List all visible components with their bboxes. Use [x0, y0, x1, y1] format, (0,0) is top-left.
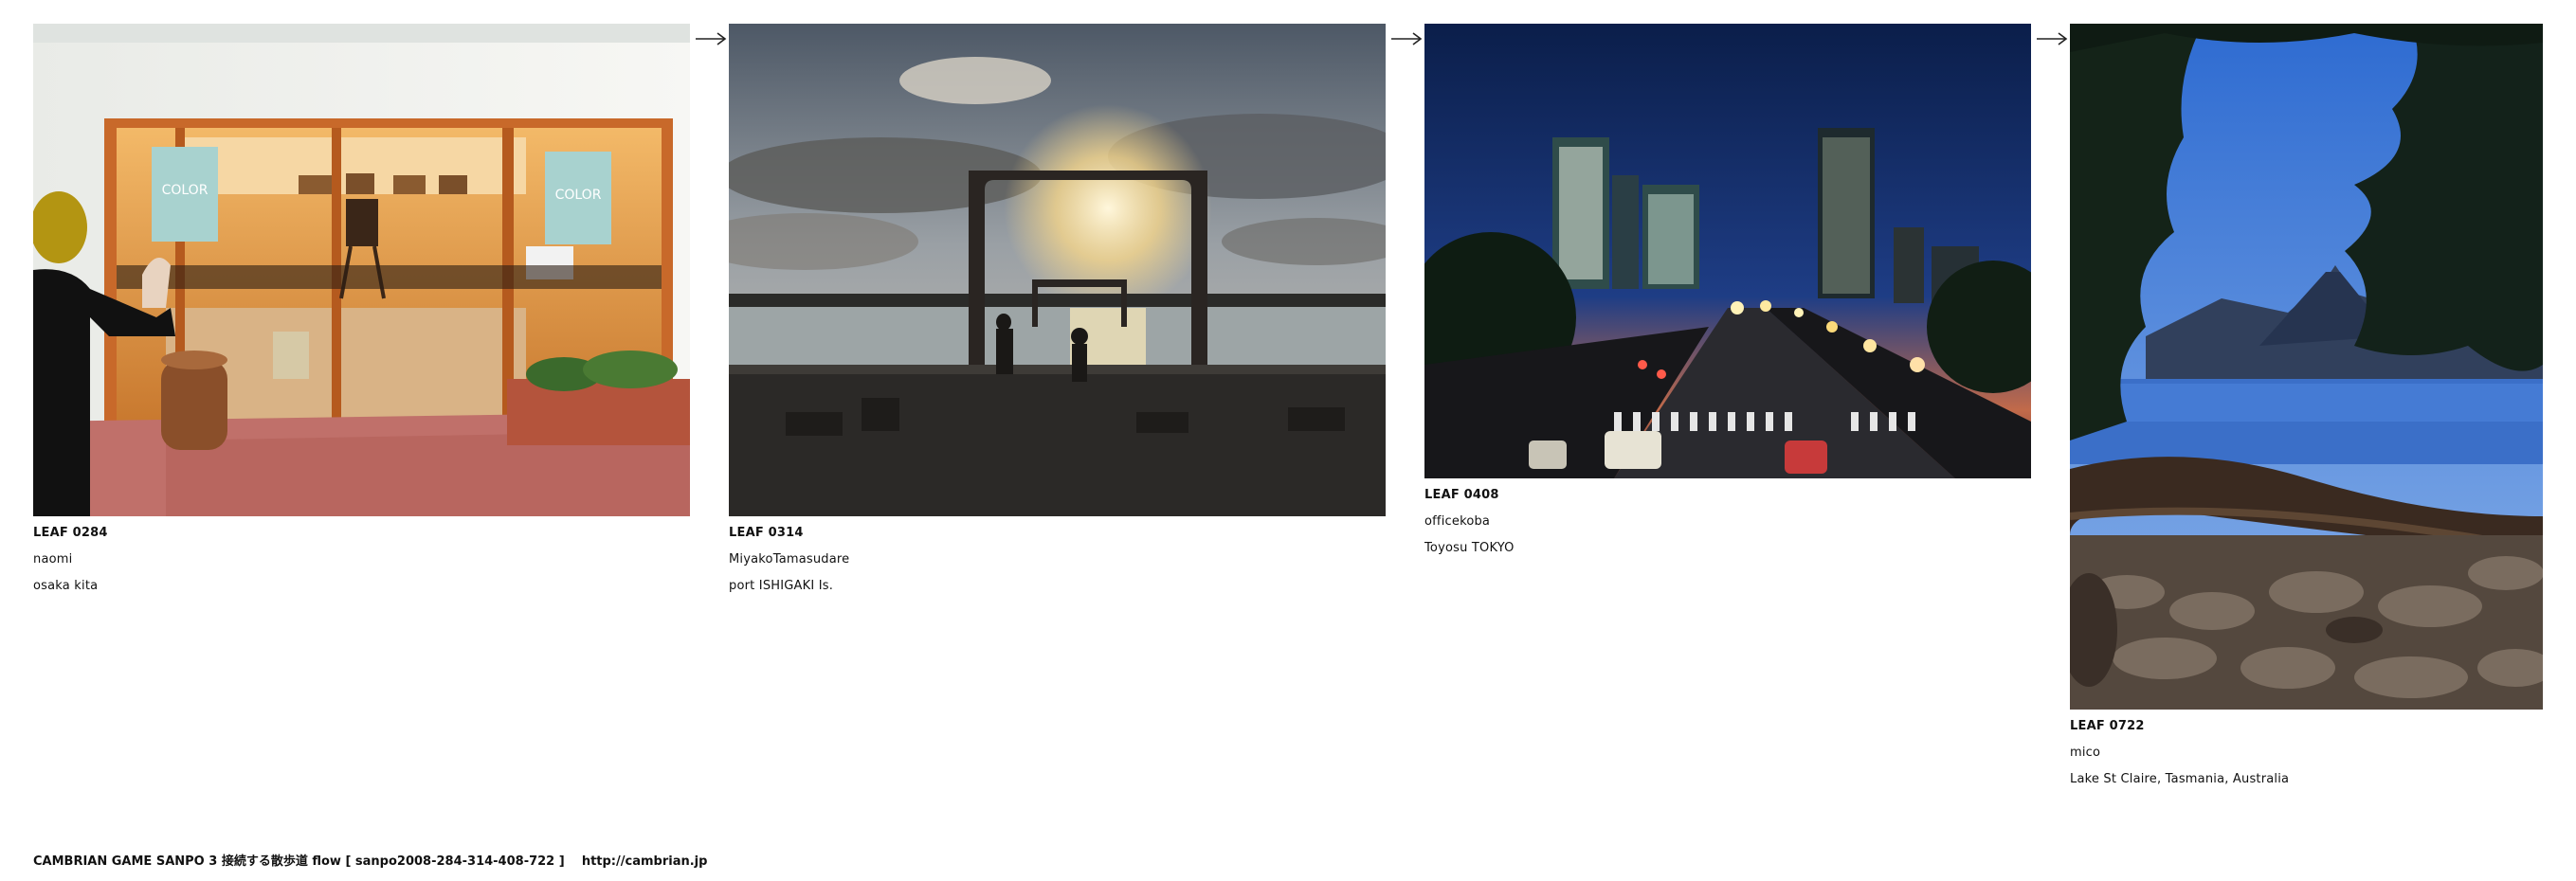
city-night-photo-icon [1424, 24, 2031, 478]
right-arrow-icon [1391, 32, 1423, 45]
gallery-storefront-photo-icon: COLOR COLOR [33, 24, 690, 516]
leaf-place: Toyosu TOKYO [1424, 541, 1515, 555]
svg-text:COLOR: COLOR [162, 183, 209, 198]
footer-title: CAMBRIAN GAME SANPO 3 接続する散歩道 flow [ san… [33, 854, 565, 869]
leaf-photo-0722[interactable] [2070, 24, 2543, 710]
leaf-place: osaka kita [33, 579, 99, 593]
leaf-card-0314: LEAF 0314 MiyakoTamasudare port ISHIGAKI… [729, 24, 1386, 611]
leaf-author[interactable]: officekoba [1424, 514, 1490, 529]
leaf-code: LEAF 0314 [729, 526, 804, 540]
leaf-photo-0314[interactable] [729, 24, 1386, 516]
leaf-card-0722: LEAF 0722 mico Lake St Claire, Tasmania,… [2070, 24, 2544, 800]
leaf-author[interactable]: naomi [33, 552, 72, 566]
right-arrow-icon [696, 32, 727, 45]
leaf-author[interactable]: mico [2070, 746, 2100, 760]
harbor-sunset-photo-icon [729, 24, 1386, 516]
leaf-code: LEAF 0284 [33, 526, 108, 540]
leaf-author[interactable]: MiyakoTamasudare [729, 552, 849, 566]
leaf-place: Lake St Claire, Tasmania, Australia [2070, 772, 2290, 786]
leaf-photo-0408[interactable] [1424, 24, 2031, 478]
leaf-code: LEAF 0408 [1424, 488, 1499, 502]
leaf-code: LEAF 0722 [2070, 719, 2145, 733]
svg-text:COLOR: COLOR [555, 188, 602, 203]
leaf-card-0408: LEAF 0408 officekoba Toyosu TOKYO [1424, 24, 2031, 592]
leaf-card-0284: COLOR COLOR LEAF 0284 naomi osaka kita [33, 24, 690, 611]
footer-url-link[interactable]: http://cambrian.jp [582, 854, 708, 869]
leaf-photo-0284[interactable]: COLOR COLOR [33, 24, 690, 516]
lake-mountain-photo-icon [2070, 24, 2543, 710]
leaf-place: port ISHIGAKI Is. [729, 579, 834, 593]
right-arrow-icon [2037, 32, 2068, 45]
site-footer: CAMBRIAN GAME SANPO 3 接続する散歩道 flow [ san… [33, 851, 707, 869]
